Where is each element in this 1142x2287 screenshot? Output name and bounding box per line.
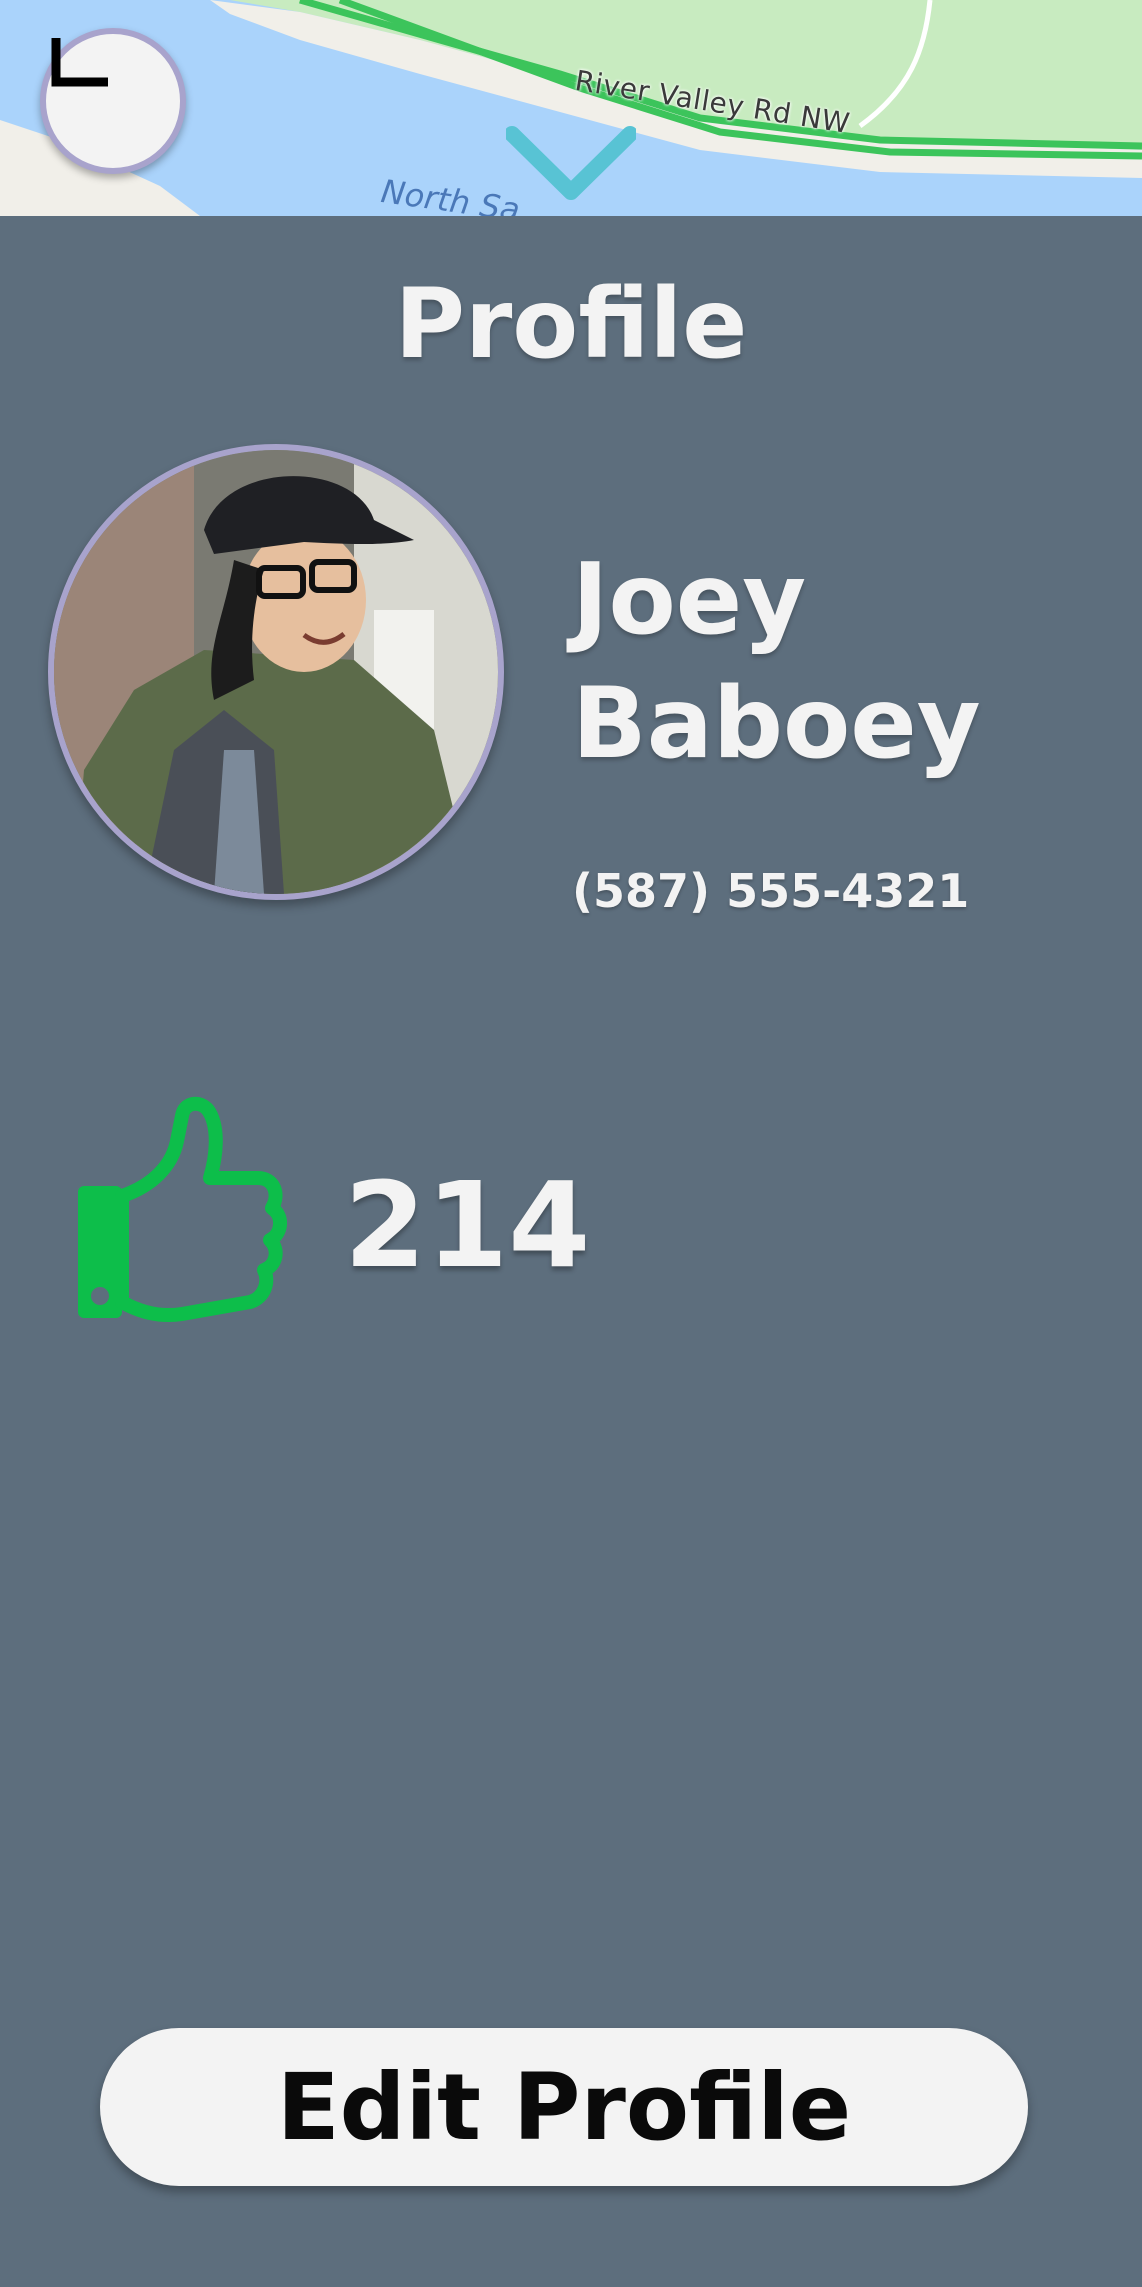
page-title: Profile: [394, 268, 748, 380]
likes-count: 214: [344, 1156, 591, 1294]
clock-icon: [51, 38, 108, 87]
collapse-panel-button[interactable]: [506, 124, 636, 204]
profile-panel: Profile Joey Baboey (587) 555-4321 214 E…: [0, 216, 1142, 2287]
history-button[interactable]: [40, 28, 186, 174]
chevron-down-icon: [506, 126, 636, 200]
profile-photo: [54, 450, 498, 894]
edit-profile-button[interactable]: Edit Profile: [100, 2028, 1028, 2186]
map-view[interactable]: River Valley Rd NW North Sa: [0, 0, 1142, 216]
thumbs-up-icon: [78, 1096, 287, 1322]
profile-name: Joey Baboey: [572, 538, 1092, 786]
first-name: Joey: [572, 543, 807, 657]
last-name: Baboey: [572, 667, 981, 781]
phone-number: (587) 555-4321: [572, 864, 970, 918]
avatar[interactable]: [48, 444, 504, 900]
